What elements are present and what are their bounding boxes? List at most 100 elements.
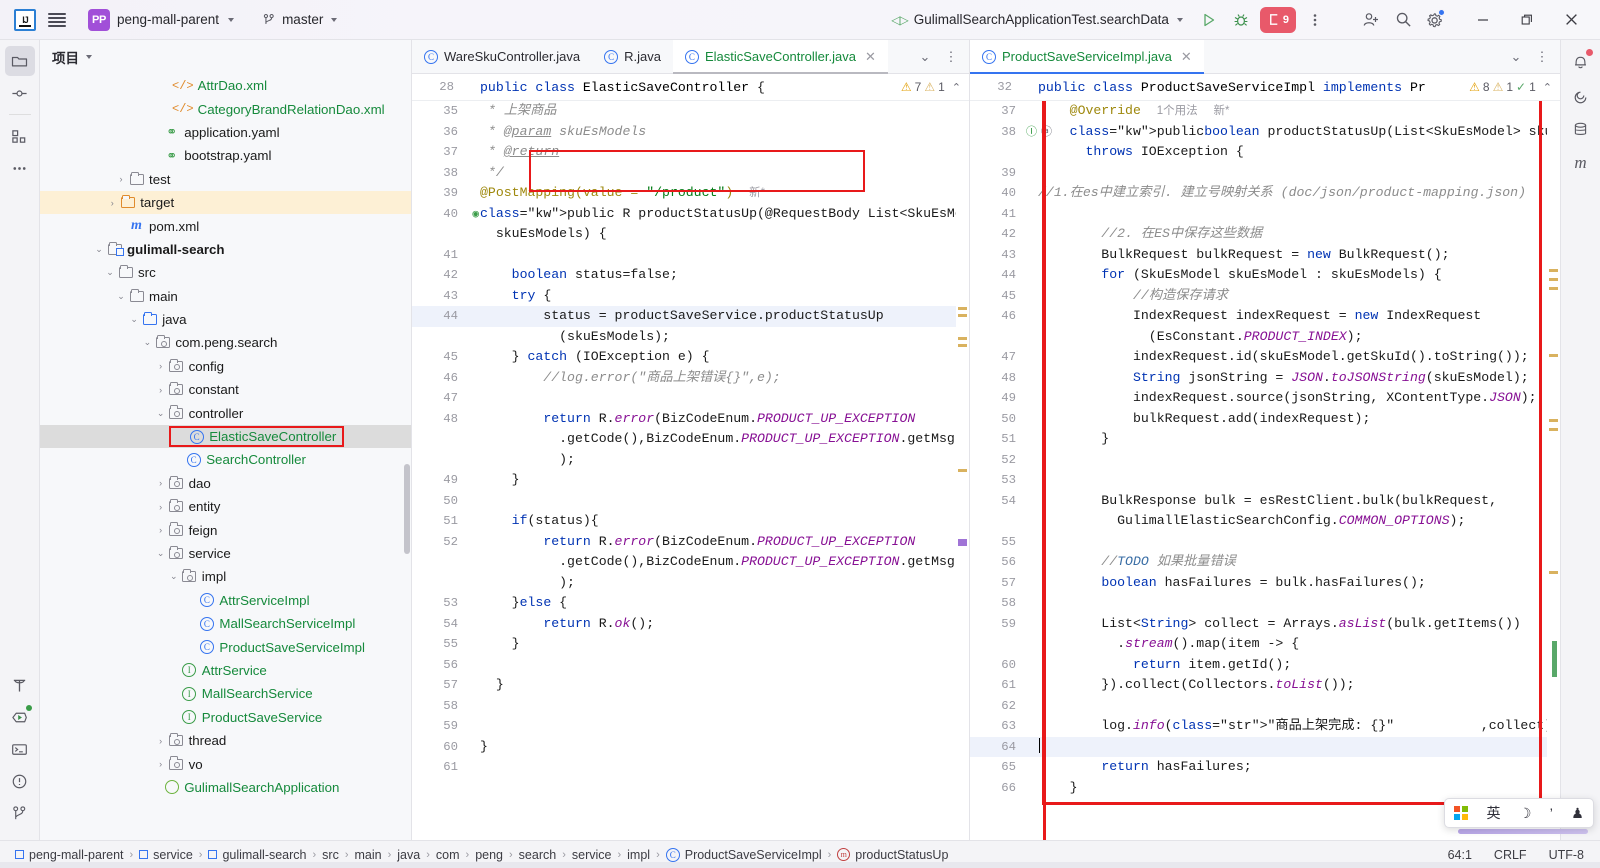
code-line[interactable]: throws IOException {: [970, 142, 1560, 163]
code-line[interactable]: 48 return R.error(BizCodeEnum.PRODUCT_UP…: [412, 409, 969, 430]
project-panel-header[interactable]: 项目: [40, 40, 411, 74]
chevron-right-icon[interactable]: ›: [105, 198, 119, 208]
tab-options-kebab-icon[interactable]: ⋮: [939, 45, 963, 69]
code-line[interactable]: 46 //log.error("商品上架错误{}",e);: [412, 368, 969, 389]
tree-item-test[interactable]: › test: [40, 168, 411, 191]
tree-item-feign[interactable]: › feign: [40, 518, 411, 541]
chevron-down-icon[interactable]: ⌄: [114, 291, 128, 302]
minimize-button[interactable]: [1462, 5, 1504, 35]
maximize-button[interactable]: [1506, 5, 1548, 35]
tree-item-mallsearchserviceimpl[interactable]: C MallSearchServiceImpl: [40, 612, 411, 635]
chevron-down-icon[interactable]: ⌄: [154, 548, 168, 559]
close-button[interactable]: [1550, 5, 1592, 35]
code-line[interactable]: 41: [412, 245, 969, 266]
code-line[interactable]: 54 return R.ok();: [412, 614, 969, 635]
code-line[interactable]: );: [412, 450, 969, 471]
tree-item-searchcontroller[interactable]: C SearchController: [40, 448, 411, 471]
code-line[interactable]: .stream().map(item -> {: [970, 634, 1560, 655]
tree-item-pom-xml[interactable]: m pom.xml: [40, 214, 411, 237]
code-line[interactable]: 59: [412, 716, 969, 737]
chevron-down-icon[interactable]: ⌄: [103, 267, 117, 278]
branch-selector[interactable]: master: [254, 8, 345, 31]
tree-item-controller[interactable]: ⌄ controller: [40, 401, 411, 424]
code-line[interactable]: 60 return item.getId();: [970, 655, 1560, 676]
code-line[interactable]: 42 //2. 在ES中保存这些数据: [970, 224, 1560, 245]
code-line[interactable]: 44 status = productSaveService.productSt…: [412, 306, 969, 327]
project-selector[interactable]: PP peng-mall-parent: [80, 5, 242, 35]
tree-item-dao[interactable]: › dao: [40, 472, 411, 495]
code-line[interactable]: 54 BulkResponse bulk = esRestClient.bulk…: [970, 491, 1560, 512]
code-line[interactable]: 41: [970, 204, 1560, 225]
code-line[interactable]: 43 BulkRequest bulkRequest = new BulkReq…: [970, 245, 1560, 266]
code-line[interactable]: 49 indexRequest.source(jsonString, XCont…: [970, 388, 1560, 409]
code-line[interactable]: 43 try {: [412, 286, 969, 307]
breadcrumb[interactable]: peng-mall-parent › service › gulimall-search…: [10, 846, 953, 864]
code-line[interactable]: 56: [412, 655, 969, 676]
project-tree[interactable]: </> AttrDao.xml </> CategoryBrandRelationDa…: [40, 74, 411, 840]
code-with-me-button[interactable]: [1356, 5, 1386, 35]
tab-list-chevron-icon[interactable]: ⌄: [913, 45, 937, 69]
ime-mode-icon[interactable]: ☽: [1519, 805, 1532, 822]
chevron-right-icon[interactable]: ›: [154, 759, 168, 769]
code-line[interactable]: 56 //TODO 如果批量错误: [970, 552, 1560, 573]
code-line[interactable]: 58: [970, 593, 1560, 614]
chevron-right-icon[interactable]: ›: [154, 502, 168, 512]
tab-wareskucontroller-java[interactable]: C WareSkuController.java: [412, 40, 592, 73]
code-line[interactable]: 55: [970, 532, 1560, 553]
ime-indicator[interactable]: 英 ☽ ’ ♟: [1444, 798, 1594, 828]
tree-item-main[interactable]: ⌄ main: [40, 285, 411, 308]
breadcrumb-item-productstatusup[interactable]: m productStatusUp: [832, 846, 953, 864]
code-line[interactable]: 48 String jsonString = JSON.toJSONString…: [970, 368, 1560, 389]
tab-productsaveserviceimpl-java[interactable]: C ProductSaveServiceImpl.java ✕: [970, 40, 1204, 74]
tree-item-vo[interactable]: › vo: [40, 752, 411, 775]
code-line[interactable]: 47 indexRequest.id(skuEsModel.getSkuId()…: [970, 347, 1560, 368]
code-line[interactable]: 62: [970, 696, 1560, 717]
inspection-widget-left[interactable]: ⚠ 7 ⚠ 1 ⌃: [901, 80, 969, 94]
chevron-down-icon[interactable]: ⌄: [154, 408, 168, 419]
run-configuration-selector[interactable]: ◁▷ GulimallSearchApplicationTest.searchD…: [882, 8, 1192, 31]
code-line[interactable]: 36 * @param skuEsModels: [412, 122, 969, 143]
code-line[interactable]: 39: [970, 163, 1560, 184]
tree-item-impl[interactable]: ⌄ impl: [40, 565, 411, 588]
sidebar-item-commit[interactable]: [5, 78, 35, 108]
code-line[interactable]: 44 for (SkuEsModel skuEsModel : skuEsMod…: [970, 265, 1560, 286]
code-line[interactable]: 40 //1.在es中建立索引. 建立号映射关系 (doc/json/produc…: [970, 183, 1560, 204]
caret-position[interactable]: 64:1: [1444, 846, 1476, 864]
run-button[interactable]: [1194, 5, 1224, 35]
code-line[interactable]: (EsConstant.PRODUCT_INDEX);: [970, 327, 1560, 348]
sidebar-item-structure[interactable]: [5, 121, 35, 151]
tree-item-java[interactable]: ⌄ java: [40, 308, 411, 331]
close-tab-icon[interactable]: ✕: [1181, 49, 1192, 65]
tab-list-chevron-icon[interactable]: ⌄: [1504, 45, 1528, 69]
chevron-up-icon[interactable]: ⌃: [1543, 81, 1552, 94]
code-line[interactable]: 63 log.info(class="str">"商品上架完成: {}" ,col…: [970, 716, 1560, 737]
tree-item-target[interactable]: › target: [40, 190, 411, 215]
close-tab-icon[interactable]: ✕: [865, 49, 876, 65]
code-line[interactable]: 52 return R.error(BizCodeEnum.PRODUCT_UP…: [412, 532, 969, 553]
breadcrumb-item-main[interactable]: main: [350, 846, 387, 864]
tab-options-kebab-icon[interactable]: ⋮: [1530, 45, 1554, 69]
code-line[interactable]: 66 }: [970, 778, 1560, 799]
line-separator[interactable]: CRLF: [1490, 846, 1531, 864]
breadcrumb-item-src[interactable]: src: [317, 846, 344, 864]
project-scrollbar-thumb[interactable]: [404, 464, 410, 554]
sidebar-item-build[interactable]: [5, 670, 35, 700]
code-editor-right[interactable]: 37 @Override 1个用法 新* 38 Ⓘⓐ class="kw">publ…: [970, 101, 1560, 840]
chevron-right-icon[interactable]: ›: [154, 736, 168, 746]
code-line[interactable]: 65 return hasFailures;: [970, 757, 1560, 778]
file-encoding[interactable]: UTF-8: [1545, 846, 1588, 864]
notifications-button[interactable]: [1566, 46, 1596, 76]
tree-item-attrdao-xml[interactable]: </> AttrDao.xml: [40, 74, 411, 97]
chevron-down-icon[interactable]: ⌄: [167, 571, 181, 582]
code-line[interactable]: .getCode(),BizCodeEnum.PRODUCT_UP_EXCEPT…: [412, 552, 969, 573]
sidebar-item-terminal[interactable]: [5, 734, 35, 764]
code-line[interactable]: (skuEsModels);: [412, 327, 969, 348]
chevron-down-icon[interactable]: ⌄: [92, 244, 106, 255]
chevron-right-icon[interactable]: ›: [154, 385, 168, 395]
tree-item-gulimallsearchapplication[interactable]: GulimallSearchApplication: [40, 776, 411, 799]
editor-tabs-left[interactable]: C WareSkuController.java C R.java C ElasticSa…: [412, 40, 969, 74]
code-line[interactable]: 37 @Override 1个用法 新*: [970, 101, 1560, 122]
inspection-widget-right[interactable]: ⚠ 8 ⚠ 1 ✓ 1 ⌃: [1469, 80, 1560, 94]
code-line[interactable]: 52: [970, 450, 1560, 471]
main-menu-button[interactable]: [42, 5, 72, 35]
